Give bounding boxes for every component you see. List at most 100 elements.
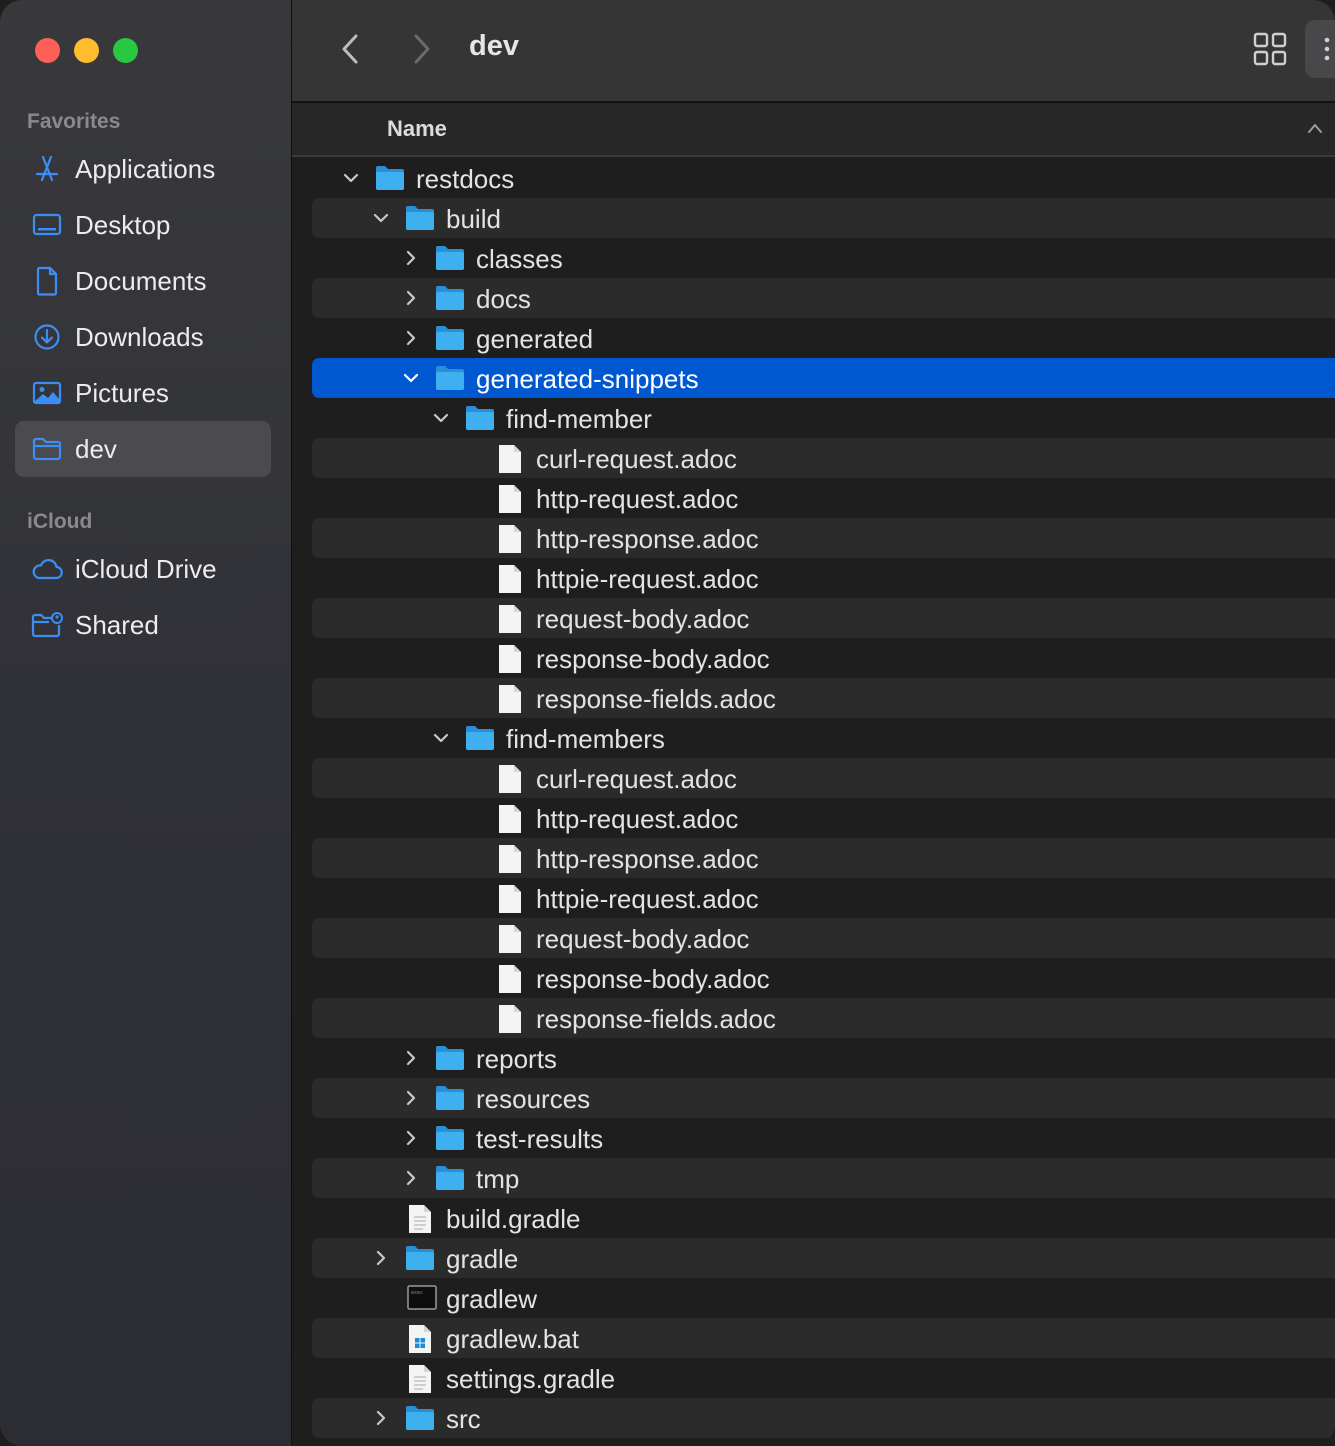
document-icon <box>497 524 527 553</box>
cloud-icon <box>31 553 63 585</box>
sidebar-item-label: Pictures <box>75 377 169 408</box>
folder-row[interactable]: test-results <box>312 1118 1335 1158</box>
document-icon <box>31 265 63 297</box>
sidebar-item-icloud-drive[interactable]: iCloud Drive <box>15 541 271 597</box>
document-icon <box>497 644 527 673</box>
folder-icon <box>435 324 465 352</box>
sidebar-item-desktop[interactable]: Desktop <box>15 197 271 253</box>
toolbar: dev <box>292 0 1335 103</box>
chevron-right-icon[interactable] <box>402 1129 420 1147</box>
chevron-right-icon[interactable] <box>372 1249 390 1267</box>
document-icon <box>497 764 527 793</box>
folder-icon <box>465 724 495 752</box>
item-name: http-request.adoc <box>536 804 739 834</box>
sidebar-item-label: iCloud Drive <box>75 553 217 584</box>
chevron-down-icon[interactable] <box>342 169 360 187</box>
folder-icon <box>375 164 405 192</box>
folder-row[interactable]: tmp <box>312 1158 1335 1198</box>
folder-icon <box>405 1404 435 1432</box>
file-row[interactable]: response-body.adoc <box>312 638 1335 678</box>
item-name: docs <box>476 284 531 314</box>
document-icon <box>497 604 527 633</box>
sort-ascending-icon <box>1307 121 1323 133</box>
item-name: src <box>446 1404 481 1434</box>
item-name: http-request.adoc <box>536 484 739 514</box>
file-row[interactable]: gradlew.bat <box>312 1318 1335 1358</box>
document-icon <box>497 1004 527 1033</box>
file-row[interactable]: httpie-request.adoc <box>312 558 1335 598</box>
list-view-icon[interactable] <box>1305 20 1335 78</box>
chevron-right-icon[interactable] <box>372 1409 390 1427</box>
item-name: gradlew <box>446 1284 538 1314</box>
sidebar-item-downloads[interactable]: Downloads <box>15 309 271 365</box>
folder-icon <box>405 204 435 232</box>
file-row[interactable]: request-body.adoc <box>312 598 1335 638</box>
file-row[interactable]: exec gradlew <box>312 1278 1335 1318</box>
folder-row[interactable]: generated <box>312 318 1335 358</box>
file-row[interactable]: response-fields.adoc <box>312 678 1335 718</box>
icloud-header: iCloud <box>27 510 93 533</box>
grid-view-icon[interactable] <box>1253 32 1287 66</box>
sidebar-item-shared[interactable]: Shared <box>15 597 271 653</box>
window-title: dev <box>469 30 519 62</box>
item-name: httpie-request.adoc <box>536 884 759 914</box>
folder-row[interactable]: build <box>312 198 1335 238</box>
sidebar-item-documents[interactable]: Documents <box>15 253 271 309</box>
minimize-button[interactable] <box>74 38 99 63</box>
folder-row[interactable]: reports <box>312 1038 1335 1078</box>
chevron-down-icon[interactable] <box>432 409 450 427</box>
file-row[interactable]: http-response.adoc <box>312 838 1335 878</box>
chevron-down-icon[interactable] <box>402 369 420 387</box>
chevron-right-icon[interactable] <box>402 329 420 347</box>
file-row[interactable]: curl-request.adoc <box>312 758 1335 798</box>
folder-row[interactable]: gradle <box>312 1238 1335 1278</box>
folder-row[interactable]: classes <box>312 238 1335 278</box>
chevron-right-icon[interactable] <box>402 249 420 267</box>
file-row[interactable]: build.gradle <box>312 1198 1335 1238</box>
file-row[interactable]: http-response.adoc <box>312 518 1335 558</box>
item-name: find-member <box>506 404 652 434</box>
item-name: httpie-request.adoc <box>536 564 759 594</box>
file-row[interactable]: curl-request.adoc <box>312 438 1335 478</box>
file-row[interactable]: settings.gradle <box>312 1358 1335 1398</box>
forward-button[interactable] <box>408 30 436 70</box>
sidebar-item-label: Shared <box>75 609 159 640</box>
close-button[interactable] <box>35 38 60 63</box>
item-name: http-response.adoc <box>536 524 759 554</box>
chevron-down-icon[interactable] <box>372 209 390 227</box>
folder-row[interactable]: find-member <box>312 398 1335 438</box>
name-column-header[interactable]: Name <box>387 116 447 142</box>
file-row[interactable]: request-body.adoc <box>312 918 1335 958</box>
folder-row[interactable]: src <box>312 1398 1335 1438</box>
item-name: build <box>446 204 501 234</box>
folder-icon <box>31 433 63 465</box>
chevron-right-icon[interactable] <box>402 1049 420 1067</box>
sidebar-item-pictures[interactable]: Pictures <box>15 365 271 421</box>
document-icon <box>497 804 527 833</box>
file-row[interactable]: response-body.adoc <box>312 958 1335 998</box>
file-row[interactable]: http-request.adoc <box>312 478 1335 518</box>
document-icon <box>497 684 527 713</box>
sidebar-item-dev[interactable]: dev <box>15 421 271 477</box>
file-row[interactable]: http-request.adoc <box>312 798 1335 838</box>
downloads-icon <box>31 321 63 353</box>
file-row[interactable]: response-fields.adoc <box>312 998 1335 1038</box>
folder-row[interactable]: docs <box>312 278 1335 318</box>
sidebar-item-label: Desktop <box>75 209 171 240</box>
chevron-right-icon[interactable] <box>402 1089 420 1107</box>
file-row[interactable]: httpie-request.adoc <box>312 878 1335 918</box>
zoom-button[interactable] <box>113 38 138 63</box>
back-button[interactable] <box>336 30 364 70</box>
item-name: curl-request.adoc <box>536 444 737 474</box>
column-header[interactable]: Name <box>292 103 1335 157</box>
folder-row[interactable]: restdocs <box>312 158 1335 198</box>
folder-row[interactable]: find-members <box>312 718 1335 758</box>
sidebar-item-applications[interactable]: Applications <box>15 141 271 197</box>
chevron-right-icon[interactable] <box>402 1169 420 1187</box>
folder-row[interactable]: generated-snippets <box>312 358 1335 398</box>
item-name: build.gradle <box>446 1204 581 1234</box>
folder-row[interactable]: resources <box>312 1078 1335 1118</box>
chevron-down-icon[interactable] <box>432 729 450 747</box>
item-name: response-body.adoc <box>536 644 770 674</box>
chevron-right-icon[interactable] <box>402 289 420 307</box>
